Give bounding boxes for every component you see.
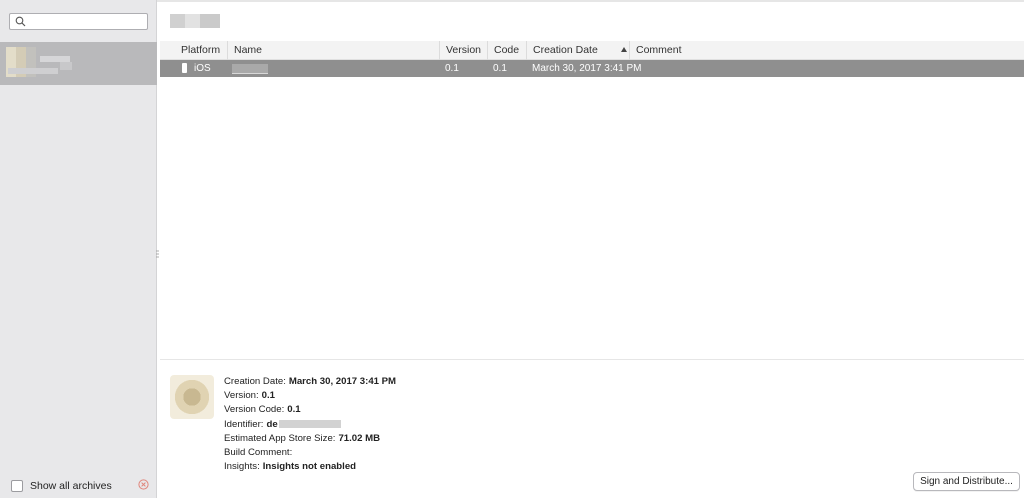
detail-label: Estimated App Store Size: bbox=[224, 432, 336, 444]
column-header-comment[interactable]: Comment bbox=[629, 41, 1024, 60]
sidebar-item-app[interactable] bbox=[0, 42, 157, 85]
detail-creation-date: Creation Date: March 30, 2017 3:41 PM bbox=[224, 375, 396, 389]
row-name-redacted bbox=[232, 64, 268, 74]
column-label: Code bbox=[494, 44, 520, 56]
detail-label: Insights: bbox=[224, 461, 260, 473]
detail-value: Insights not enabled bbox=[262, 461, 357, 473]
detail-value: de bbox=[266, 418, 278, 430]
detail-value: 0.1 bbox=[261, 390, 276, 402]
row-code: 0.1 bbox=[493, 63, 507, 74]
search-input[interactable] bbox=[9, 13, 148, 30]
window-top-edge bbox=[157, 0, 1024, 2]
detail-insights: Insights: Insights not enabled bbox=[224, 460, 396, 474]
detail-version: Version: 0.1 bbox=[224, 389, 396, 403]
detail-value: March 30, 2017 3:41 PM bbox=[288, 376, 397, 387]
row-platform: iOS bbox=[194, 63, 211, 74]
column-header-code[interactable]: Code bbox=[487, 41, 527, 60]
detail-label: Creation Date: bbox=[224, 376, 286, 387]
column-header-platform[interactable]: Platform bbox=[175, 41, 227, 60]
detail-label: Identifier: bbox=[224, 418, 264, 430]
app-subtitle-redacted bbox=[8, 68, 58, 74]
table-row[interactable]: iOS 0.1 0.1 March 30, 2017 3:41 PM bbox=[160, 60, 1024, 77]
detail-label: Build Comment: bbox=[224, 446, 293, 458]
column-label: Creation Date bbox=[533, 44, 598, 56]
archives-table-header: Platform Name Version Code Creation Date… bbox=[160, 41, 1024, 60]
app-title-redacted bbox=[170, 14, 220, 28]
iphone-icon bbox=[182, 63, 187, 73]
app-name-redacted bbox=[60, 62, 72, 70]
details-divider bbox=[160, 359, 1024, 360]
app-icon bbox=[170, 375, 214, 419]
archives-sidebar: Show all archives bbox=[0, 0, 157, 498]
search-icon bbox=[15, 16, 26, 27]
row-version: 0.1 bbox=[445, 63, 459, 74]
column-label: Name bbox=[234, 44, 263, 56]
sort-ascending-icon bbox=[621, 47, 627, 52]
column-label: Comment bbox=[636, 44, 682, 56]
row-creation-date: March 30, 2017 3:41 PM bbox=[532, 63, 642, 74]
detail-value: 71.02 MB bbox=[338, 432, 381, 444]
column-header-creation-date[interactable]: Creation Date bbox=[526, 41, 630, 60]
detail-label: Version Code: bbox=[224, 404, 285, 416]
detail-identifier: Identifier: de bbox=[224, 418, 396, 432]
detail-version-code: Version Code: 0.1 bbox=[224, 403, 396, 417]
show-all-archives-checkbox[interactable] bbox=[11, 480, 23, 492]
detail-app-store-size: Estimated App Store Size: 71.02 MB bbox=[224, 432, 396, 446]
sign-and-distribute-button[interactable]: Sign and Distribute... bbox=[913, 472, 1020, 491]
column-label: Version bbox=[446, 44, 482, 56]
column-header-version[interactable]: Version bbox=[439, 41, 488, 60]
detail-value: 0.1 bbox=[287, 404, 301, 416]
clear-filter-icon[interactable] bbox=[138, 479, 149, 490]
detail-build-comment: Build Comment: bbox=[224, 446, 396, 460]
detail-label: Version: bbox=[224, 390, 259, 402]
column-header-name[interactable]: Name bbox=[227, 41, 444, 60]
show-all-archives-toggle[interactable]: Show all archives bbox=[11, 479, 112, 493]
show-all-archives-label: Show all archives bbox=[30, 480, 112, 492]
identifier-redacted bbox=[278, 420, 341, 429]
archive-details: Creation Date: March 30, 2017 3:41 PM Ver… bbox=[224, 375, 396, 474]
split-view-handle[interactable] bbox=[156, 250, 159, 259]
column-label: Platform bbox=[181, 44, 221, 56]
